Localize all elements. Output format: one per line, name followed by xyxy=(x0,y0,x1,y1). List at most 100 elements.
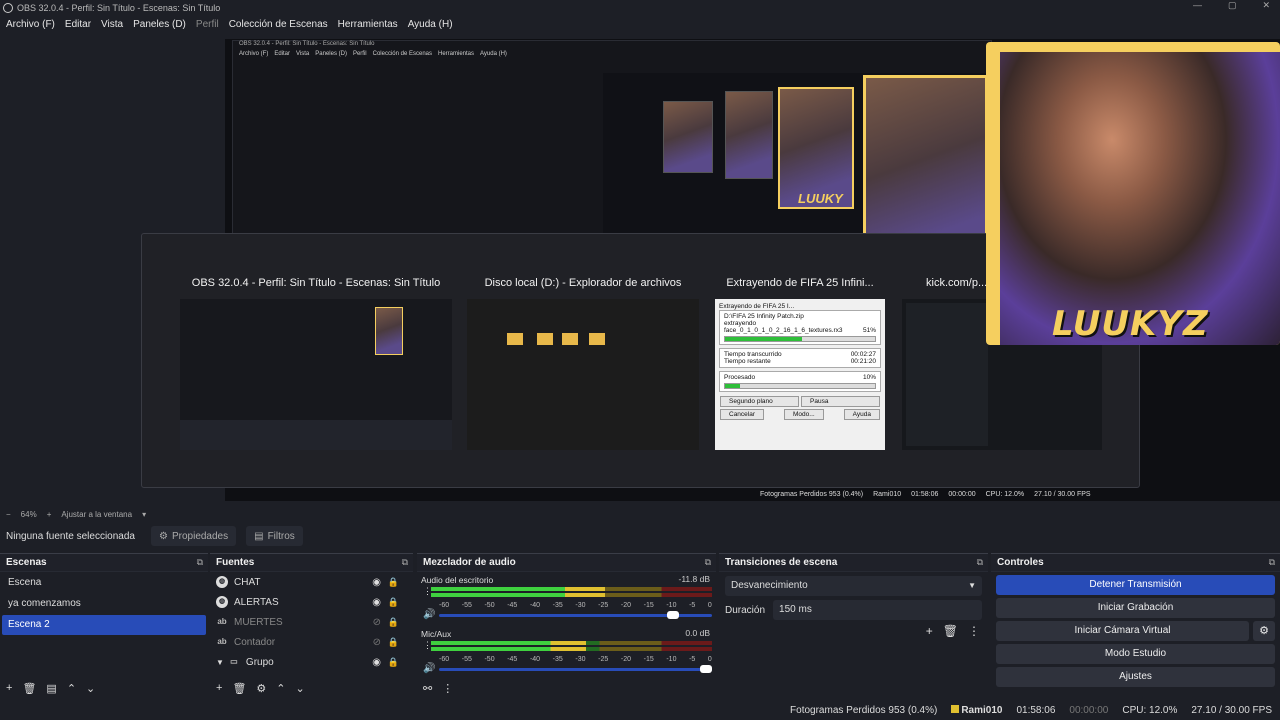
filter-icon[interactable]: ▤ xyxy=(46,682,56,695)
down-arrow-icon[interactable]: ⌄ xyxy=(296,682,305,695)
scene-item-selected[interactable]: Escena 2 xyxy=(2,615,206,635)
scene-item[interactable]: Escena xyxy=(2,573,206,593)
scene-item[interactable]: ya comenzamos xyxy=(2,594,206,614)
volume-knob[interactable] xyxy=(700,665,712,673)
volume-knob[interactable] xyxy=(667,611,680,619)
extract-mode-button[interactable]: Modo... xyxy=(784,409,824,420)
eye-off-icon[interactable]: ⊘ xyxy=(373,617,381,628)
studio-mode-button[interactable]: Modo Estudio xyxy=(996,644,1275,664)
start-virtual-camera-button[interactable]: Iniciar Cámara Virtual ⚙ xyxy=(996,621,1275,641)
transition-value: Desvanecimiento xyxy=(731,580,808,591)
nested-menu-item: Herramientas xyxy=(438,51,475,57)
undock-icon[interactable]: ⧉ xyxy=(197,554,203,571)
chevron-down-icon[interactable]: ▼ xyxy=(216,658,224,667)
stop-stream-button[interactable]: Detener Transmisión xyxy=(996,575,1275,595)
lock-icon[interactable]: 🔒 xyxy=(388,637,399,648)
undock-icon[interactable]: ⧉ xyxy=(402,554,408,571)
start-record-button[interactable]: Iniciar Grabación xyxy=(996,598,1275,618)
gear-icon[interactable]: ⚙ xyxy=(256,682,266,695)
scale-tick: -20 xyxy=(620,602,631,609)
menu-herramientas[interactable]: Herramientas xyxy=(338,19,398,30)
volume-slider[interactable] xyxy=(439,611,712,619)
eye-off-icon[interactable]: ⊘ xyxy=(373,637,381,648)
source-item[interactable]: ab MUERTES ⊘ 🔒 xyxy=(210,612,413,632)
source-item[interactable]: ab Contador ⊘ 🔒 xyxy=(210,632,413,652)
scale-tick: -55 xyxy=(461,656,472,663)
zoom-in-button[interactable]: + xyxy=(47,510,52,519)
undock-icon[interactable]: ⧉ xyxy=(977,554,983,571)
kebab-icon[interactable]: ⋮ xyxy=(968,624,980,638)
trash-icon[interactable]: 🗑 xyxy=(22,682,36,695)
scale-tick: -50 xyxy=(484,602,495,609)
level-meter xyxy=(431,587,712,591)
lock-icon[interactable]: 🔒 xyxy=(388,597,399,608)
menu-editar[interactable]: Editar xyxy=(65,19,91,30)
source-item[interactable]: ◍ CHAT ◉ 🔒 xyxy=(210,572,413,592)
filter-icon: ▤ xyxy=(254,530,264,542)
transition-select[interactable]: Desvanecimiento ▼ xyxy=(725,576,982,596)
lock-icon[interactable]: 🔒 xyxy=(388,657,399,668)
webcam-brand: LUUKYZ xyxy=(1052,304,1209,344)
channel-name: Mic/Aux xyxy=(421,629,452,639)
eye-icon[interactable]: ◉ xyxy=(372,597,381,608)
trash-icon[interactable]: 🗑 xyxy=(943,624,958,638)
gear-icon[interactable]: ⚙ xyxy=(1253,621,1275,641)
scenes-toolbar: + 🗑 ▤ ⌃ ⌄ xyxy=(0,678,95,698)
kebab-icon[interactable]: ⋮ xyxy=(442,682,453,695)
up-arrow-icon[interactable]: ⌃ xyxy=(67,682,76,695)
zoom-dropdown-icon[interactable]: ▾ xyxy=(142,510,146,519)
duration-input[interactable]: 150 ms xyxy=(773,600,982,620)
link-icon[interactable]: ⚯ xyxy=(423,682,432,695)
eye-icon[interactable]: ◉ xyxy=(372,577,381,588)
add-icon[interactable]: + xyxy=(6,682,12,694)
close-button[interactable]: ✕ xyxy=(1262,0,1270,11)
fit-window-label[interactable]: Ajustar a la ventana xyxy=(61,510,132,519)
lock-icon[interactable]: 🔒 xyxy=(388,577,399,588)
properties-button[interactable]: ⚙ Propiedades xyxy=(151,526,237,546)
undock-icon[interactable]: ⧉ xyxy=(705,554,711,571)
switcher-window-obs[interactable]: OBS 32.0.4 - Perfil: Sin Título - Escena… xyxy=(180,270,452,450)
extract-cancel-button[interactable]: Cancelar xyxy=(720,409,765,420)
lock-icon[interactable]: 🔒 xyxy=(388,617,399,628)
source-label: Contador xyxy=(234,636,276,648)
add-icon[interactable]: + xyxy=(216,682,222,694)
nested-menu-item: Colección de Escenas xyxy=(372,51,432,57)
zoom-out-button[interactable]: − xyxy=(6,510,11,519)
switcher-window-extract[interactable]: Extrayendo de FIFA 25 Infini... Extrayen… xyxy=(715,270,885,450)
filters-label: Filtros xyxy=(267,530,295,542)
extract-buttons-row: Segundo plano Pausa xyxy=(719,395,881,408)
menu-paneles[interactable]: Paneles (D) xyxy=(133,19,186,30)
extract-elapsed: 00:02:27 xyxy=(850,351,876,358)
menu-vista[interactable]: Vista xyxy=(101,19,123,30)
scenes-title: Escenas xyxy=(6,557,47,568)
text-icon: ab xyxy=(217,637,227,646)
volume-slider[interactable] xyxy=(439,665,712,673)
menu-perfil[interactable]: Perfil xyxy=(196,19,219,30)
source-item[interactable]: ◍ ALERTAS ◉ 🔒 xyxy=(210,592,413,612)
menu-ayuda[interactable]: Ayuda (H) xyxy=(408,19,453,30)
switcher-window-explorer[interactable]: Disco local (D:) - Explorador de archivo… xyxy=(467,270,699,450)
extract-help-button[interactable]: Ayuda xyxy=(843,409,880,420)
settings-button[interactable]: Ajustes xyxy=(996,667,1275,687)
channel-db: -11.8 dB xyxy=(678,574,710,584)
menu-archivo[interactable]: Archivo (F) xyxy=(6,19,55,30)
filters-button[interactable]: ▤ Filtros xyxy=(246,526,303,546)
extract-pause-button[interactable]: Pausa xyxy=(801,396,880,407)
preview-area[interactable]: OBS 32.0.4 - Perfil: Sin Título - Escena… xyxy=(0,34,1280,506)
menu-coleccion[interactable]: Colección de Escenas xyxy=(229,19,328,30)
minimize-button[interactable]: — xyxy=(1193,0,1202,11)
extract-background-button[interactable]: Segundo plano xyxy=(720,396,799,407)
eye-icon[interactable]: ◉ xyxy=(372,657,381,668)
maximize-button[interactable]: ▢ xyxy=(1228,0,1237,11)
up-arrow-icon[interactable]: ⌃ xyxy=(276,682,285,695)
undock-icon[interactable]: ⧉ xyxy=(1269,554,1275,571)
speaker-icon[interactable]: 🔊 xyxy=(423,609,435,620)
scale-tick: -10 xyxy=(666,602,677,609)
speaker-icon[interactable]: 🔊 xyxy=(423,663,435,674)
trash-icon[interactable]: 🗑 xyxy=(232,682,246,695)
add-icon[interactable]: + xyxy=(926,624,933,638)
virtual-camera-label: Iniciar Cámara Virtual xyxy=(1074,625,1171,636)
down-arrow-icon[interactable]: ⌄ xyxy=(86,682,95,695)
extract-file-box: D:\FIFA 25 Infinity Patch.zip extrayendo… xyxy=(719,310,881,345)
source-item[interactable]: ▼ ▭ Grupo ◉ 🔒 xyxy=(210,652,413,672)
